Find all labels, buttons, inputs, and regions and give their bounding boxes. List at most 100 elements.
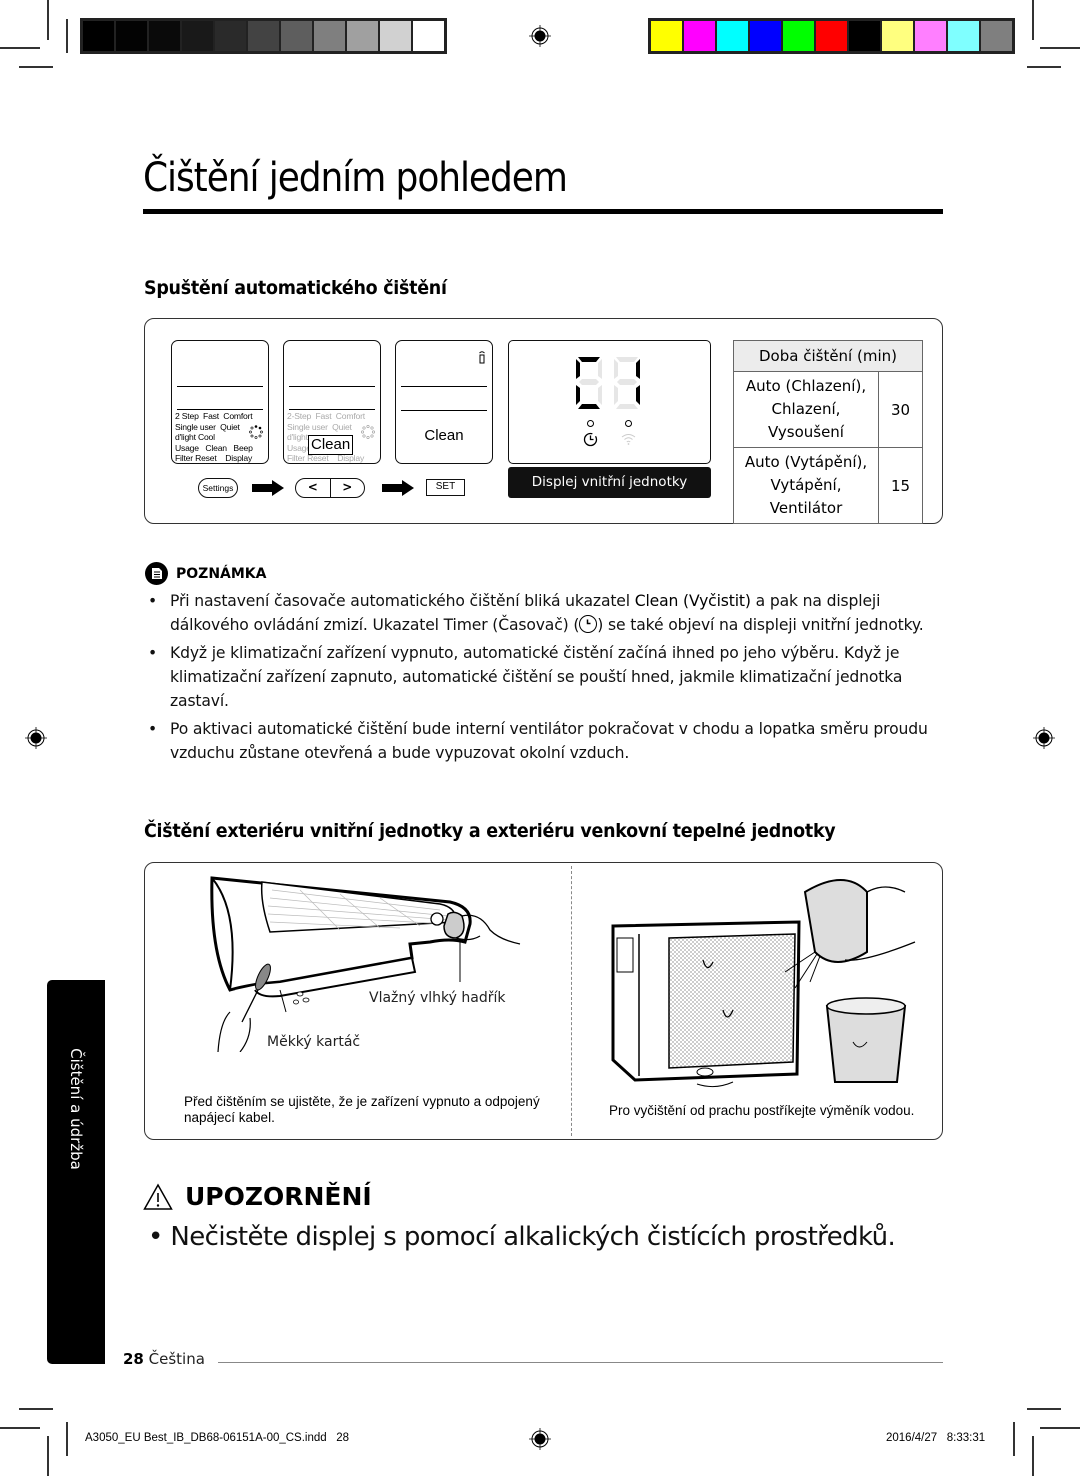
cloth-label: Vlažný vlhký hadřík <box>369 990 506 1006</box>
color-swatch <box>149 21 180 51</box>
caption-right: Pro vyčištění od prachu postříkejte výmě… <box>609 1103 915 1118</box>
color-calibration-bar <box>648 18 1015 54</box>
digit1-segment-b <box>598 359 602 379</box>
warning-text: • Nečistěte displej s pomocí alkalických… <box>148 1222 896 1252</box>
note-icon <box>145 562 168 585</box>
outdoor-unit-illustration <box>611 879 916 1088</box>
warning-icon <box>143 1182 173 1210</box>
footer-rule <box>218 1362 943 1363</box>
crop-mark <box>47 1436 49 1476</box>
timer-icon <box>583 432 598 447</box>
right-button[interactable]: > <box>331 479 365 497</box>
panel-divider <box>571 866 572 1136</box>
table-row: Auto (Chlazení), Chlazení, Vysoušení 30 <box>733 371 923 448</box>
color-swatch <box>281 21 312 51</box>
section-heading-exterior-clean: Čištění exteriéru vnitřní jednotky a ext… <box>144 820 836 842</box>
indoor-unit-illustration <box>210 876 521 1052</box>
digit2-segment-f <box>614 359 618 379</box>
digit1-segment-e <box>576 385 580 405</box>
seven-segment-display <box>576 357 640 409</box>
color-swatch <box>248 21 279 51</box>
color-swatch <box>783 21 814 51</box>
indoor-unit-display <box>508 340 711 464</box>
crop-mark <box>1032 0 1034 40</box>
color-swatch <box>717 21 748 51</box>
note-heading: POZNÁMKA <box>145 562 266 585</box>
wifi-indicator-led <box>625 420 632 427</box>
digit1-segment-g <box>579 379 599 385</box>
registration-mark-icon <box>529 25 551 47</box>
table-row: Auto (Vytápění), Vytápění, Ventilátor 15 <box>733 447 923 524</box>
arrow-right-icon <box>252 480 284 496</box>
title-rule <box>143 209 943 214</box>
color-swatch <box>215 21 246 51</box>
arrow-right-icon <box>382 480 414 496</box>
color-swatch <box>882 21 913 51</box>
digit1-segment-d <box>578 404 600 409</box>
remote-options-list: 2 Step Fast Comfort Single user Quiet d'… <box>175 411 253 464</box>
color-swatch <box>347 21 378 51</box>
color-swatch <box>380 21 411 51</box>
section-heading-auto-clean: Spuštění automatického čištění <box>144 277 447 299</box>
crop-mark <box>47 0 49 40</box>
color-swatch <box>83 21 114 51</box>
clean-option-highlight: Clean <box>308 435 354 455</box>
crop-mark <box>0 47 40 49</box>
list-item: Po aktivaci automatické čištění bude int… <box>148 717 948 765</box>
slug-file: A3050_EU Best_IB_DB68-06151A-00_CS.indd … <box>85 1432 350 1444</box>
color-swatch <box>413 21 444 51</box>
loading-icon <box>249 425 263 439</box>
digit1-segment-c <box>598 385 602 405</box>
color-swatch <box>651 21 682 51</box>
clean-indicator: Clean <box>424 427 464 444</box>
wifi-icon <box>621 434 636 445</box>
crop-mark <box>1032 1436 1034 1476</box>
color-swatch <box>816 21 847 51</box>
page-number: 28 Čeština <box>123 1350 205 1368</box>
digit1-segment-f <box>576 359 580 379</box>
set-button[interactable]: SET <box>426 479 465 496</box>
minutes-cell: 15 <box>878 447 923 524</box>
table-header: Doba čištění (min) <box>733 340 923 372</box>
note-list: Při nastavení časovače automatického čiš… <box>148 589 948 768</box>
digit2-segment-c <box>636 385 640 405</box>
timer-indicator-led <box>587 420 594 427</box>
color-swatch <box>948 21 979 51</box>
registration-mark-icon <box>1033 727 1055 749</box>
slug-date: 2016/4/27 8:33:31 <box>886 1432 986 1444</box>
color-swatch <box>314 21 345 51</box>
left-right-button-group: < > <box>295 478 365 498</box>
timer-icon <box>579 615 598 633</box>
registration-mark-icon <box>529 1428 551 1450</box>
digit2-segment-g <box>617 379 637 385</box>
list-item: Při nastavení časovače automatického čiš… <box>148 589 948 637</box>
list-item: Když je klimatizační zařízení vypnuto, a… <box>148 641 948 713</box>
remote-screen-clean-set: Clean <box>395 340 493 464</box>
left-button[interactable]: < <box>296 479 331 497</box>
page-title: Čištění jedním pohledem <box>143 155 568 201</box>
digit1-segment-a <box>578 357 600 362</box>
color-swatch <box>750 21 781 51</box>
digit2-segment-b <box>636 359 640 379</box>
note-heading-text: POZNÁMKA <box>176 565 267 582</box>
color-swatch <box>915 21 946 51</box>
clean-time-table: Doba čištění (min) Auto (Chlazení), Chla… <box>733 340 923 524</box>
crop-mark <box>1040 47 1080 49</box>
color-swatch <box>684 21 715 51</box>
crop-mark <box>0 1427 40 1429</box>
color-swatch <box>182 21 213 51</box>
indoor-display-label: Displej vnitřní jednotky <box>508 467 711 498</box>
mode-cell: Auto (Chlazení), Chlazení, Vysoušení <box>733 371 879 448</box>
crop-mark <box>66 19 68 53</box>
warning-heading: UPOZORNĚNÍ <box>143 1182 372 1211</box>
color-swatch <box>116 21 147 51</box>
mode-cell: Auto (Vytápění), Vytápění, Ventilátor <box>733 447 879 524</box>
settings-button[interactable]: Settings <box>198 478 238 498</box>
minutes-cell: 30 <box>878 371 923 448</box>
section-side-tab: Čištění a údržba <box>47 980 105 1364</box>
remote-screen-select-clean: 2-Step Fast Comfort Single user Quiet d'… <box>283 340 381 464</box>
color-swatch <box>849 21 880 51</box>
digit2-segment-d <box>616 404 638 409</box>
remote-signal-icon <box>479 351 485 364</box>
loading-icon <box>361 425 375 439</box>
